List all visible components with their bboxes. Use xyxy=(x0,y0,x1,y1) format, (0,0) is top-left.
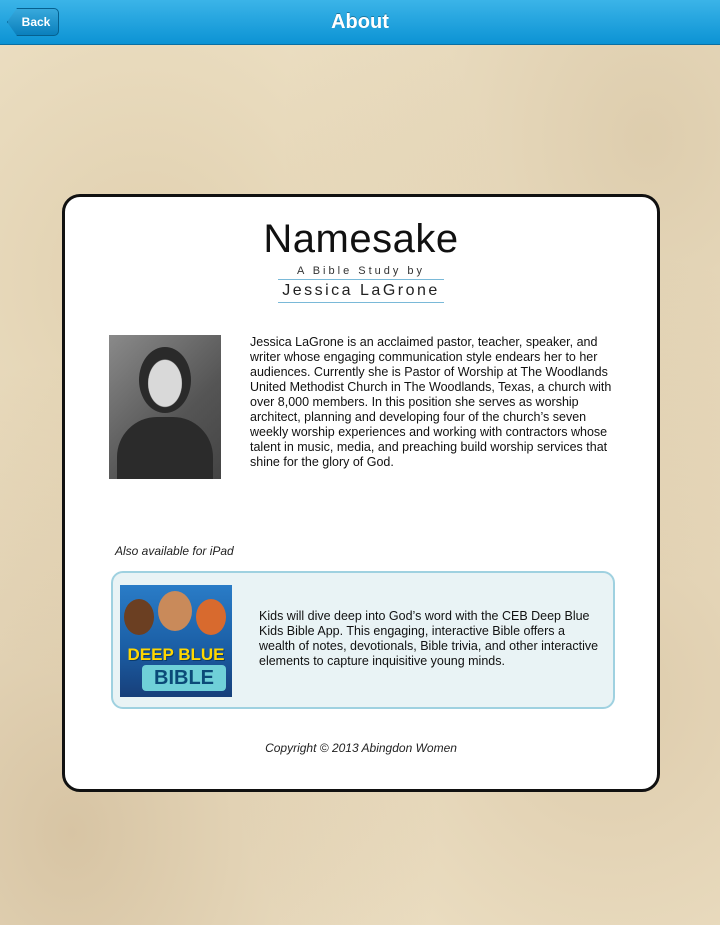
deep-blue-app-icon[interactable]: DEEP BLUE BIBLE xyxy=(120,585,232,697)
author-photo-head xyxy=(139,347,191,413)
author-photo-body xyxy=(117,417,213,479)
promo-description: Kids will dive deep into God’s word with… xyxy=(259,609,599,668)
kid-figure-center xyxy=(158,591,192,631)
logo-title: Namesake xyxy=(263,217,459,261)
copyright-text: Copyright © 2013 Abingdon Women xyxy=(265,741,457,755)
author-bio: Jessica LaGrone is an acclaimed pastor, … xyxy=(250,335,612,469)
namesake-logo: Namesake A Bible Study by Jessica LaGron… xyxy=(65,217,657,303)
deep-blue-promo[interactable]: DEEP BLUE BIBLE Kids will dive deep into… xyxy=(111,571,615,709)
page-title: About xyxy=(331,10,389,33)
logo-author: Jessica LaGrone xyxy=(278,279,444,303)
author-photo xyxy=(109,335,221,479)
kid-figure-right xyxy=(196,599,226,635)
bible-logo-text: BIBLE xyxy=(142,665,226,691)
deep-blue-logo-text: DEEP BLUE xyxy=(127,645,225,664)
back-button[interactable]: Back xyxy=(7,8,59,36)
navigation-bar: Back About xyxy=(0,0,720,45)
logo-subtitle: A Bible Study by xyxy=(296,265,426,277)
kid-figure-left xyxy=(124,599,154,635)
also-available-label: Also available for iPad xyxy=(115,544,234,558)
about-card: Namesake A Bible Study by Jessica LaGron… xyxy=(62,194,660,792)
